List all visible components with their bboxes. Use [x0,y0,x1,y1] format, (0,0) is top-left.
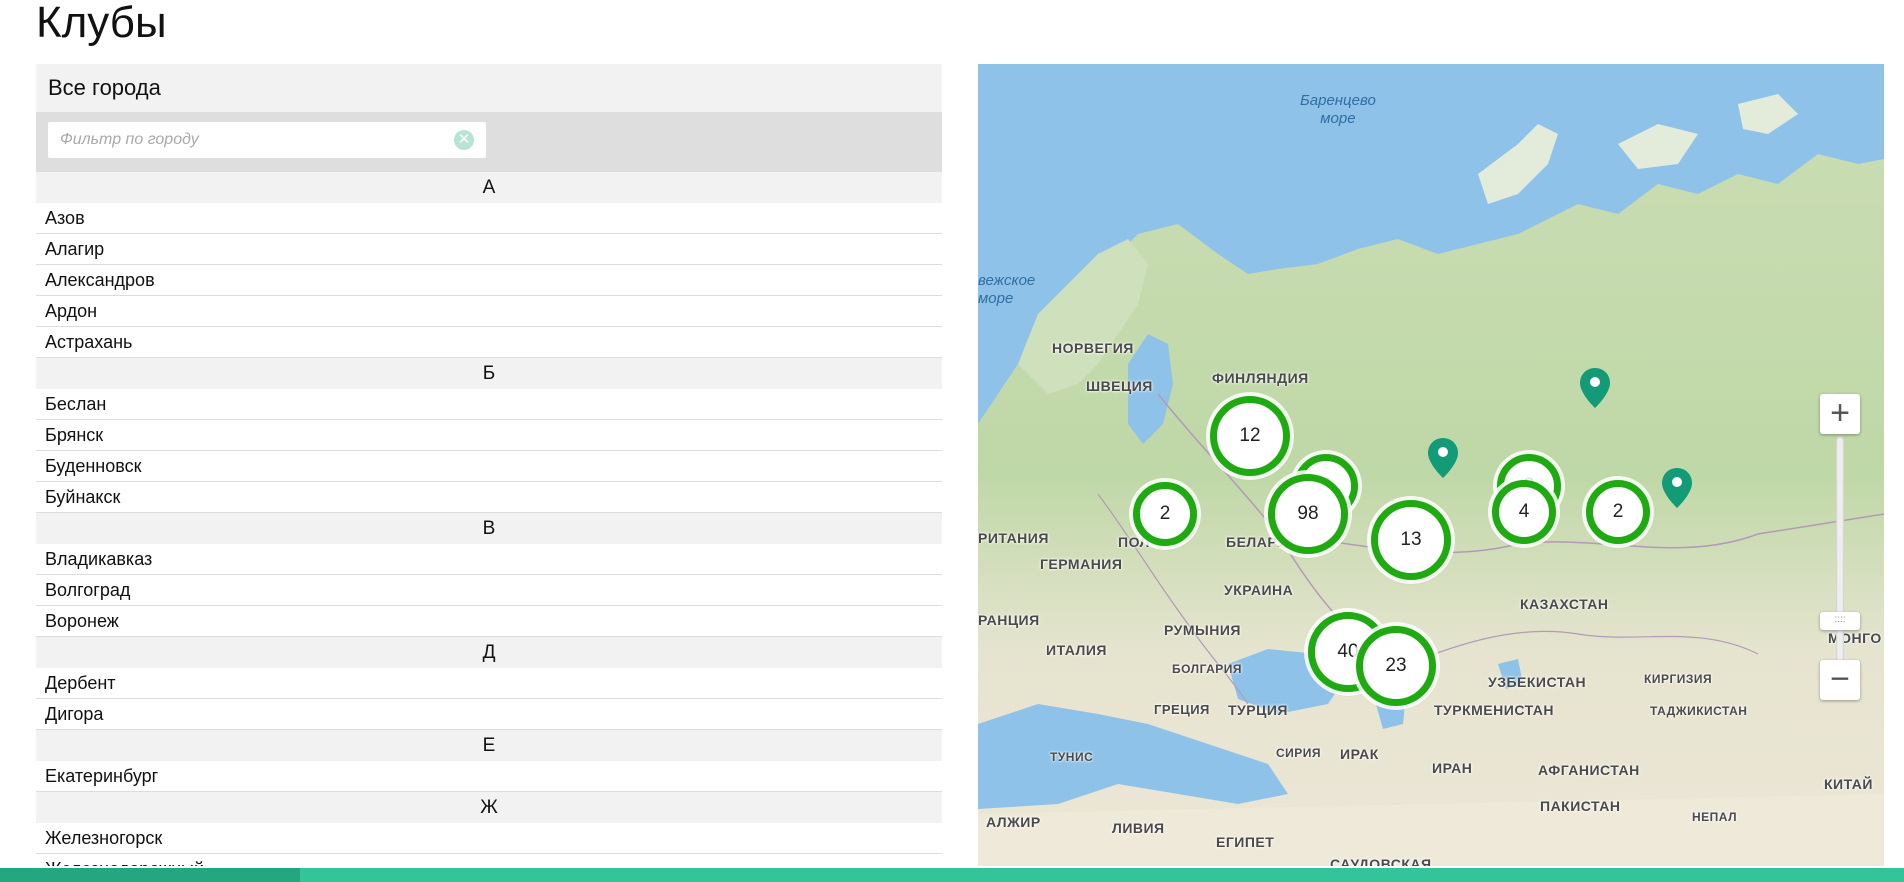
map-country-label: РИТАНИЯ [978,530,1049,546]
map-country-label: ШВЕЦИЯ [1086,378,1153,394]
map-pin-icon[interactable] [1426,436,1460,480]
city-item[interactable]: Буденновск [36,451,942,482]
map-country-label: УЗБЕКИСТАН [1488,674,1587,690]
zoom-slider-track[interactable] [1836,436,1844,676]
map-country-label: НЕПАЛ [1692,810,1738,824]
city-item[interactable]: Волгоград [36,575,942,606]
letter-header: В [36,513,942,544]
map-pin-icon[interactable] [1660,466,1694,510]
city-item[interactable]: Дигора [36,699,942,730]
map-country-label: КИРГИЗИЯ [1644,672,1713,686]
map-country-label: ТУРКМЕНИСТАН [1434,702,1554,718]
city-item[interactable]: Владикавказ [36,544,942,575]
city-item[interactable]: Астрахань [36,327,942,358]
map-country-label: СИРИЯ [1276,746,1322,760]
map-country-label: КАЗАХСТАН [1520,596,1609,612]
map-sea-label: вежское море [978,272,1036,307]
city-item[interactable]: Алагир [36,234,942,265]
letter-header: Е [36,730,942,761]
zoom-slider-handle[interactable]: :::: [1820,612,1860,630]
map-country-label: ИРАН [1432,760,1473,776]
map-country-label: АЛЖИР [986,814,1041,830]
city-item[interactable]: Екатеринбург [36,761,942,792]
letter-header: Б [36,358,942,389]
cluster-marker[interactable]: 2 [1586,480,1650,544]
letter-header: Ж [36,792,942,823]
letter-header: Д [36,637,942,668]
bottom-bar [0,868,1904,882]
clear-icon[interactable]: ✕ [454,130,474,150]
map-country-label: РУМЫНИЯ [1164,622,1241,638]
cluster-marker[interactable]: 2 [1133,482,1197,546]
map-country-label: ГРЕЦИЯ [1154,702,1210,717]
clubs-map[interactable]: Баренцево море вежское море НОРВЕГИЯ ШВЕЦИ… [978,64,1884,866]
map-country-label: САУДОВСКАЯ [1330,856,1432,866]
map-country-label: БОЛГАРИЯ [1172,662,1243,676]
map-country-label: ИТАЛИЯ [1046,642,1107,658]
map-country-label: ТАДЖИКИСТАН [1650,704,1748,718]
map-country-label: ЕГИПЕТ [1216,834,1275,850]
cluster-marker[interactable]: 98 [1268,474,1348,554]
city-item[interactable]: Буйнакск [36,482,942,513]
map-pin-icon[interactable] [1578,366,1612,410]
cluster-marker[interactable]: 12 [1210,396,1290,476]
map-country-label: КИТАЙ [1824,776,1873,792]
city-item[interactable]: Железногорск [36,823,942,854]
map-country-label: УКРАИНА [1224,582,1294,598]
filter-bar: ✕ [36,112,942,172]
cluster-marker[interactable]: 4 [1492,480,1556,544]
all-cities-header[interactable]: Все города [36,64,942,112]
map-country-label: ЛИВИЯ [1112,820,1165,836]
city-filter-panel: Все города ✕ А Азов Алагир Александров А… [36,64,942,866]
city-item[interactable]: Железнодорожный [36,854,942,866]
map-country-label: РАНЦИЯ [978,612,1040,628]
map-country-label: АФГАНИСТАН [1538,762,1640,778]
map-country-label: ПАКИСТАН [1540,798,1621,814]
letter-header: А [36,172,942,203]
city-item[interactable]: Брянск [36,420,942,451]
map-country-label: ИРАК [1340,746,1379,762]
city-item[interactable]: Ардон [36,296,942,327]
map-country-label: ТУРЦИЯ [1228,702,1288,718]
city-item[interactable]: Дербент [36,668,942,699]
city-item[interactable]: Александров [36,265,942,296]
filter-box: ✕ [48,122,486,158]
page-title: Клубы [36,0,167,47]
map-country-label: НОРВЕГИЯ [1052,340,1134,356]
cluster-marker[interactable]: 23 [1356,626,1436,706]
city-item[interactable]: Воронеж [36,606,942,637]
city-item[interactable]: Беслан [36,389,942,420]
cluster-marker[interactable]: 13 [1371,500,1451,580]
map-sea-label: Баренцево море [1300,92,1376,127]
map-country-label: ФИНЛЯНДИЯ [1212,370,1309,386]
zoom-in-button[interactable]: + [1820,394,1860,434]
city-filter-input[interactable] [48,122,486,158]
map-country-label: ТУНИС [1050,750,1094,764]
zoom-out-button[interactable]: − [1820,660,1860,700]
city-item[interactable]: Азов [36,203,942,234]
map-country-label: ГЕРМАНИЯ [1040,556,1123,572]
